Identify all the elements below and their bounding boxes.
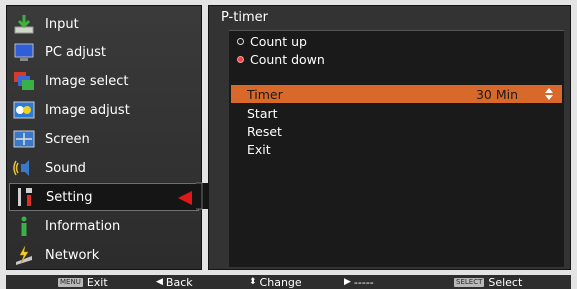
timer-value: 30 Min	[475, 86, 518, 102]
start-label: Start	[247, 105, 278, 121]
hint-change: ⬍ Change	[249, 275, 302, 289]
screen-icon	[11, 127, 37, 151]
menu-item-label: Screen	[45, 131, 90, 147]
timer-label: Timer	[247, 86, 283, 102]
pc-adjust-icon	[11, 40, 37, 64]
select-key-badge: SELECT	[454, 277, 485, 287]
input-icon	[11, 12, 37, 36]
exit-label: Exit	[247, 141, 271, 157]
menu-item-information[interactable]: Information	[9, 212, 199, 240]
menu-item-setting[interactable]: Setting	[9, 183, 199, 211]
menu-item-label: PC adjust	[45, 44, 106, 60]
radio-on-icon	[237, 55, 244, 63]
count-up-option[interactable]: Count up	[237, 33, 307, 49]
information-icon	[11, 214, 37, 238]
reset-option[interactable]: Reset	[231, 122, 562, 140]
main-menu: Input PC adjust Image select Image adjus…	[6, 5, 202, 270]
hint-exit: MENU Exit	[58, 275, 108, 289]
menu-item-label: Input	[45, 16, 79, 32]
selection-arrow-icon	[178, 191, 192, 205]
menu-item-image-select[interactable]: Image select	[9, 67, 199, 95]
menu-item-image-adjust[interactable]: Image adjust	[9, 96, 199, 124]
menu-item-label: Information	[45, 218, 121, 234]
left-arrow-icon: ◀	[156, 277, 163, 287]
count-up-label: Count up	[250, 33, 307, 49]
count-down-label: Count down	[250, 51, 325, 67]
select-hint-label: Select	[488, 275, 523, 289]
image-adjust-icon	[11, 98, 37, 122]
up-down-icon: ⬍	[249, 277, 257, 287]
radio-off-icon	[237, 37, 244, 45]
next-hint-label: -----	[353, 275, 374, 289]
menu-item-label: Image adjust	[45, 102, 130, 118]
hint-next: ▶ -----	[344, 275, 374, 289]
count-down-option[interactable]: Count down	[237, 51, 325, 67]
start-option[interactable]: Start	[231, 104, 562, 122]
key-hint-bar: MENU Exit ◀ Back ⬍ Change ▶ ----- SELECT…	[6, 275, 571, 289]
menu-item-label: Sound	[45, 160, 86, 176]
p-timer-panel: P-timer Count up Count down Timer 30 Min…	[208, 5, 571, 270]
menu-item-screen[interactable]: Screen	[9, 125, 199, 153]
menu-item-pc-adjust[interactable]: PC adjust	[9, 38, 199, 66]
menu-item-network[interactable]: Network	[9, 241, 199, 269]
sound-icon	[11, 156, 37, 180]
change-hint-label: Change	[259, 275, 302, 289]
hint-select: SELECT Select	[454, 275, 522, 289]
osd-screen: Input PC adjust Image select Image adjus…	[0, 0, 577, 289]
menu-item-label: Network	[45, 247, 100, 263]
menu-item-label: Setting	[46, 189, 93, 205]
exit-hint-label: Exit	[86, 275, 108, 289]
hint-back: ◀ Back	[156, 275, 193, 289]
p-timer-options: Count up Count down Timer 30 Min Start R…	[229, 30, 564, 267]
network-icon	[11, 243, 37, 267]
setting-icon	[12, 185, 38, 209]
menu-item-sound[interactable]: Sound	[9, 154, 199, 182]
reset-label: Reset	[247, 123, 282, 139]
menu-item-input[interactable]: Input	[9, 10, 199, 38]
back-hint-label: Back	[165, 275, 193, 289]
image-select-icon	[11, 69, 37, 93]
panel-title: P-timer	[221, 10, 268, 25]
up-down-arrows-icon	[545, 88, 553, 100]
menu-item-label: Image select	[45, 73, 129, 89]
timer-row[interactable]: Timer 30 Min	[231, 85, 562, 103]
exit-option[interactable]: Exit	[231, 140, 562, 158]
right-arrow-icon: ▶	[344, 277, 351, 287]
menu-key-badge: MENU	[58, 277, 83, 287]
menu-connector	[196, 182, 208, 210]
